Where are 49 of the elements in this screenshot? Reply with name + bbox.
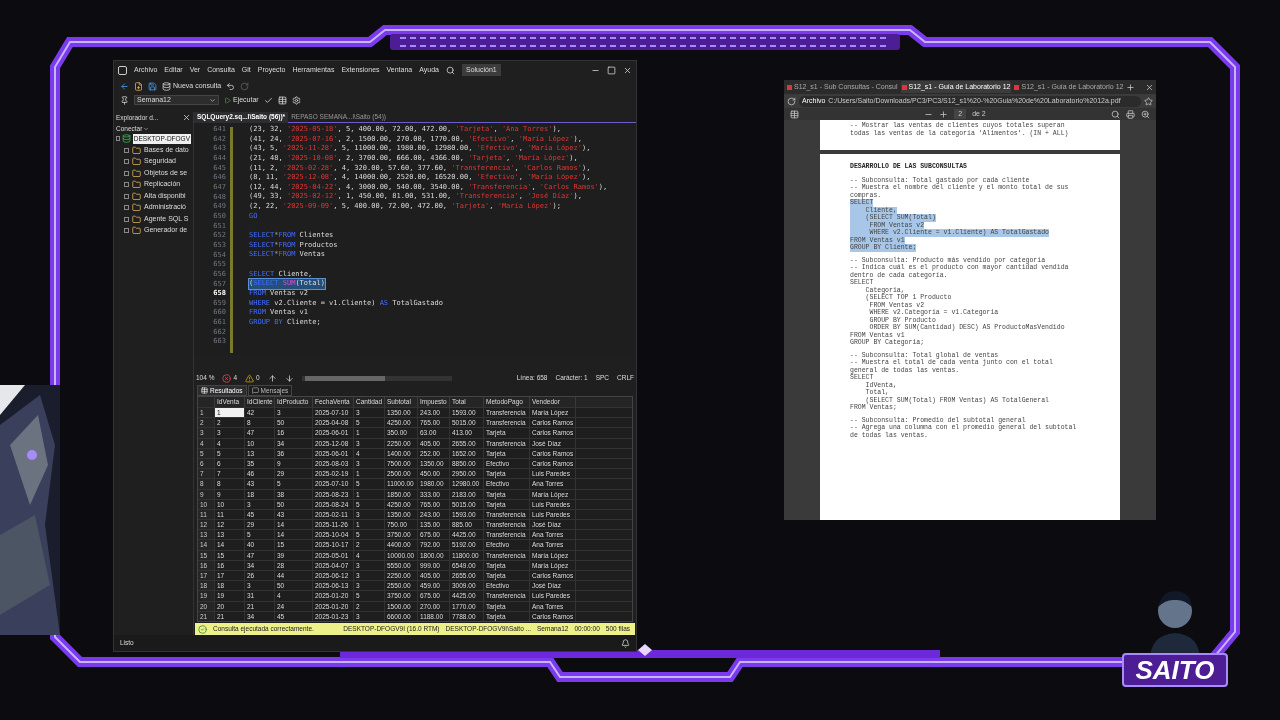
folder-icon xyxy=(132,191,141,201)
horizontal-scrollbar[interactable] xyxy=(301,375,452,381)
folder-icon xyxy=(132,203,141,212)
caret-icon xyxy=(143,125,150,132)
app-logo-icon xyxy=(118,65,127,75)
save-icon xyxy=(148,81,157,91)
grid-icon xyxy=(277,95,287,105)
server-icon xyxy=(121,134,131,144)
folder-icon xyxy=(132,145,141,155)
notification-icon xyxy=(621,638,630,648)
zoom-in-icon xyxy=(939,109,949,119)
error-icon xyxy=(222,373,232,383)
expand-icon[interactable] xyxy=(124,159,129,164)
new-file-icon xyxy=(134,81,143,91)
back-icon xyxy=(120,81,129,91)
up-arrow-icon xyxy=(267,373,277,383)
play-icon xyxy=(224,96,231,104)
favorite-icon xyxy=(1144,96,1153,106)
streamer-name: SAITO xyxy=(1122,653,1228,687)
redo-icon xyxy=(240,81,250,91)
expand-icon[interactable] xyxy=(124,228,129,233)
database-icon xyxy=(162,81,171,91)
pin-icon xyxy=(120,95,129,105)
close-icon xyxy=(182,113,191,122)
search-icon xyxy=(445,65,455,75)
message-icon xyxy=(251,387,259,394)
grid-icon xyxy=(201,387,208,394)
new-tab-icon xyxy=(1126,82,1136,92)
down-arrow-icon xyxy=(284,373,294,383)
undo-icon xyxy=(226,81,236,91)
expand-icon[interactable] xyxy=(124,182,129,187)
search-icon xyxy=(1111,109,1120,119)
expand-icon[interactable] xyxy=(124,205,129,210)
print-icon xyxy=(1126,109,1135,119)
close-icon xyxy=(1145,82,1154,92)
reload-icon xyxy=(787,96,796,106)
check-icon xyxy=(263,95,273,105)
warning-icon xyxy=(245,373,255,383)
close-icon xyxy=(623,65,632,75)
settings-icon xyxy=(291,95,301,105)
folder-icon xyxy=(132,214,141,224)
folder-icon xyxy=(132,226,141,235)
folder-icon xyxy=(132,157,141,166)
folder-icon xyxy=(132,180,141,189)
caret-icon xyxy=(209,96,216,104)
maximize-icon xyxy=(607,65,616,75)
collapse-icon[interactable] xyxy=(116,136,120,142)
folder-icon xyxy=(132,168,141,178)
success-icon xyxy=(198,624,207,634)
